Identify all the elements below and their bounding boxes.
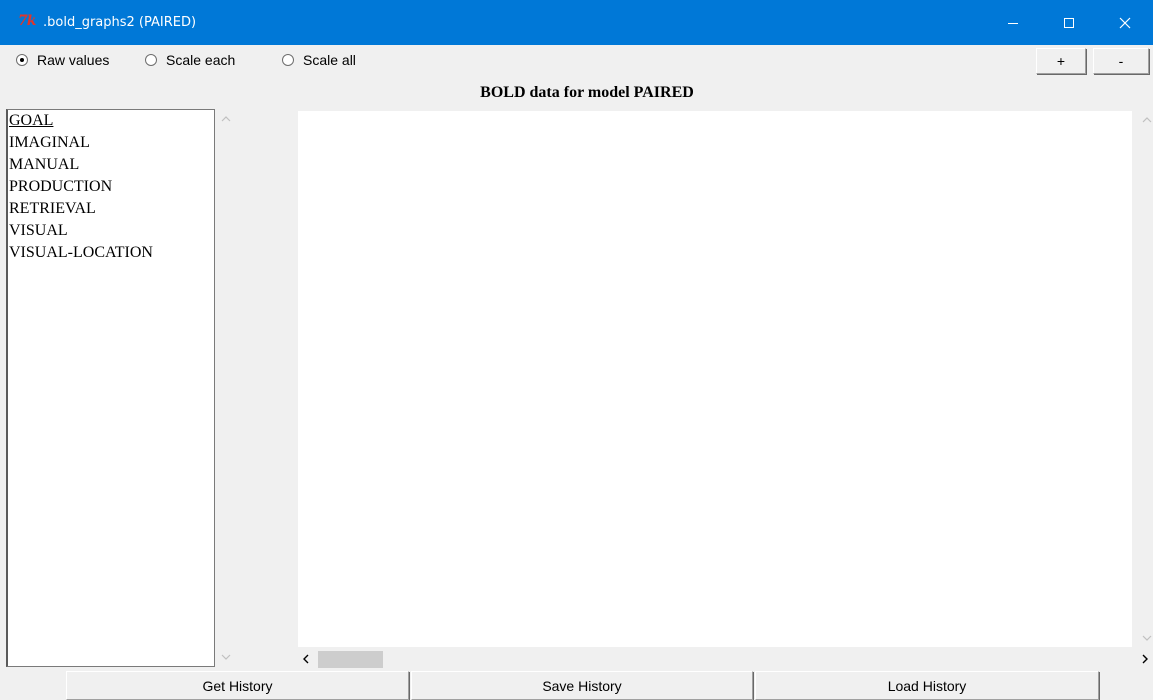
scale-each-label: Scale each (166, 52, 236, 68)
maximize-button[interactable] (1046, 0, 1092, 45)
tk-feather-icon: 7k (18, 13, 36, 29)
zoom-in-button[interactable]: + (1036, 48, 1086, 74)
scale-all-radio[interactable]: Scale all (282, 50, 356, 70)
graph-scroll-down-icon[interactable] (1141, 632, 1153, 644)
scaling-options: Raw values Scale each Scale all (0, 45, 1153, 75)
load-history-button[interactable]: Load History (755, 671, 1099, 700)
buffer-listbox[interactable]: GOAL IMAGINAL MANUAL PRODUCTION RETRIEVA… (6, 109, 215, 667)
scale-all-label: Scale all (303, 52, 356, 68)
buffer-list-item-goal[interactable]: GOAL (8, 110, 214, 132)
graph-horizontal-scrollbar[interactable] (298, 650, 1153, 668)
radio-checked-indicator[interactable] (16, 54, 28, 66)
graph-horizontal-scroll-thumb[interactable] (318, 651, 383, 668)
buffer-list-item-retrieval[interactable]: RETRIEVAL (8, 198, 214, 220)
graph-vertical-scrollbar[interactable] (1140, 111, 1153, 647)
radio-unchecked-indicator[interactable] (282, 54, 294, 66)
close-icon (1119, 17, 1131, 28)
radio-unchecked-indicator[interactable] (145, 54, 157, 66)
list-scroll-up-icon[interactable] (220, 113, 232, 125)
graph-scroll-right-icon[interactable] (1139, 653, 1151, 665)
save-history-button[interactable]: Save History (411, 671, 753, 700)
get-history-button[interactable]: Get History (66, 671, 409, 700)
buffer-list-item-visual[interactable]: VISUAL (8, 220, 214, 242)
window-title: .bold_graphs2 (PAIRED) (43, 15, 197, 30)
minimize-icon (1008, 22, 1018, 24)
bold-graph-canvas (298, 111, 1132, 647)
buffer-list-item-imaginal[interactable]: IMAGINAL (8, 132, 214, 154)
list-scroll-down-icon[interactable] (220, 651, 232, 663)
minimize-button[interactable] (990, 0, 1036, 45)
scale-each-radio[interactable]: Scale each (145, 50, 235, 70)
title-bar: 7k .bold_graphs2 (PAIRED) (0, 0, 1153, 45)
close-button[interactable] (1102, 0, 1148, 45)
zoom-out-button[interactable]: - (1093, 48, 1149, 74)
raw-values-radio[interactable]: Raw values (16, 50, 109, 70)
raw-values-label: Raw values (37, 52, 110, 68)
maximize-icon (1064, 17, 1074, 28)
buffer-list-item-manual[interactable]: MANUAL (8, 154, 214, 176)
graph-scroll-left-icon[interactable] (300, 653, 312, 665)
buffer-list-item-production[interactable]: PRODUCTION (8, 176, 214, 198)
graph-title: BOLD data for model PAIRED (480, 84, 694, 101)
buffer-list-item-visual-location[interactable]: VISUAL-LOCATION (8, 242, 214, 264)
graph-scroll-up-icon[interactable] (1141, 114, 1153, 126)
